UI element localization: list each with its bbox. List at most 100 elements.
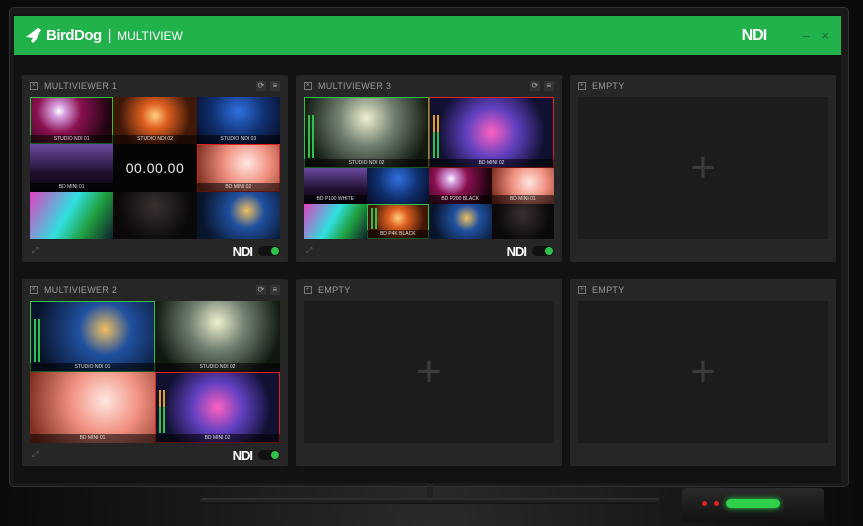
tv-stand bbox=[200, 498, 660, 504]
source-label: BD MINI 01 bbox=[491, 194, 554, 204]
source-tile[interactable]: STUDIO NDI 01 bbox=[30, 97, 114, 145]
panel-header: + EMPTY bbox=[296, 279, 562, 301]
refresh-icon[interactable]: ⟳ bbox=[256, 81, 266, 91]
menu-icon[interactable]: ≡ bbox=[544, 81, 554, 91]
source-tile[interactable]: STUDIO NDI 02 bbox=[155, 301, 280, 372]
source-label: STUDIO NDI 01 bbox=[30, 363, 155, 372]
source-tile[interactable]: BD P100 WHITE bbox=[304, 168, 367, 204]
empty-slot[interactable]: + EMPTY + bbox=[570, 75, 836, 262]
source-label: STUDIO NDI 03 bbox=[196, 135, 280, 145]
source-tile[interactable]: BD MINI 02 bbox=[155, 372, 280, 443]
ndi-label: NDI bbox=[506, 243, 527, 259]
plus-icon: + bbox=[690, 143, 716, 192]
status-led bbox=[714, 501, 719, 506]
source-tile[interactable]: STUDIO NDI 03 bbox=[196, 97, 280, 145]
audio-meter bbox=[308, 115, 310, 158]
source-tile[interactable] bbox=[366, 168, 429, 204]
panel-title: MULTIVIEWER 1 bbox=[44, 81, 118, 91]
ndi-output-toggle[interactable] bbox=[258, 246, 280, 256]
empty-slot[interactable]: + EMPTY + bbox=[296, 279, 562, 466]
audio-meter bbox=[312, 115, 314, 158]
audio-meter bbox=[163, 390, 165, 433]
panel-footer: ⤢ NDI bbox=[296, 240, 562, 262]
add-multiviewer-button[interactable]: + bbox=[578, 301, 828, 443]
timer-value: 00.00.00 bbox=[125, 159, 185, 176]
brand-name: BirdDog bbox=[46, 27, 102, 44]
source-tile[interactable]: BD MINI 01 bbox=[491, 168, 554, 204]
ndi-output-toggle[interactable] bbox=[258, 450, 280, 460]
panel-title: MULTIVIEWER 3 bbox=[318, 81, 392, 91]
source-tile[interactable]: BD P4K BLACK bbox=[366, 203, 429, 239]
add-icon[interactable]: + bbox=[578, 82, 586, 90]
empty-slot[interactable]: + EMPTY + bbox=[570, 279, 836, 466]
source-tile[interactable]: BD MINI 01 bbox=[30, 144, 114, 192]
multiviewer-panel: × MULTIVIEWER 3 ⟳ ≡ STUDIO NDI 02 BD MINI 02 B… bbox=[296, 75, 562, 262]
close-button[interactable]: × bbox=[821, 28, 829, 43]
source-grid: STUDIO NDI 02 BD MINI 02 BD P100 WHITE BD P… bbox=[304, 97, 554, 239]
ndi-label: NDI bbox=[232, 447, 253, 463]
multiviewer-panel: × MULTIVIEWER 2 ⟳ ≡ STUDIO NDI 01 STUDIO NDI … bbox=[22, 279, 288, 466]
birddog-device bbox=[682, 488, 824, 522]
source-tile[interactable] bbox=[30, 191, 114, 239]
panel-header: × MULTIVIEWER 1 ⟳ ≡ bbox=[22, 75, 288, 97]
audio-meter bbox=[437, 115, 439, 158]
panel-footer: ⤢ NDI bbox=[22, 444, 288, 466]
panel-header: + EMPTY bbox=[570, 75, 836, 97]
source-label: BD MINI 02 bbox=[155, 434, 280, 443]
source-label: BD MINI 02 bbox=[429, 159, 554, 168]
refresh-icon[interactable]: ⟳ bbox=[256, 285, 266, 295]
add-multiviewer-button[interactable]: + bbox=[304, 301, 554, 443]
source-label: BD P4K BLACK bbox=[366, 230, 429, 239]
expand-icon[interactable]: ⤢ bbox=[32, 246, 38, 256]
expand-icon[interactable]: ⤢ bbox=[306, 246, 312, 256]
audio-meter bbox=[38, 319, 40, 362]
birddog-logo: BirdDog | MULTIVIEW bbox=[24, 27, 183, 45]
panel-title: EMPTY bbox=[592, 285, 625, 295]
add-multiviewer-button[interactable]: + bbox=[578, 97, 828, 239]
timer-tile[interactable]: 00.00.00 bbox=[113, 144, 197, 192]
ndi-label: NDI bbox=[232, 243, 253, 259]
source-tile[interactable]: BD P200 BLACK bbox=[429, 168, 492, 204]
close-icon[interactable]: × bbox=[30, 82, 38, 90]
source-tile[interactable] bbox=[113, 191, 197, 239]
device-light-bar bbox=[726, 499, 780, 508]
source-grid: STUDIO NDI 01 STUDIO NDI 02 BD MINI 01 BD M… bbox=[30, 301, 280, 443]
source-label: STUDIO NDI 02 bbox=[113, 135, 197, 145]
refresh-icon[interactable]: ⟳ bbox=[530, 81, 540, 91]
source-tile[interactable] bbox=[491, 203, 554, 239]
expand-icon[interactable]: ⤢ bbox=[32, 450, 38, 460]
source-label: BD MINI 01 bbox=[30, 182, 114, 192]
multiviewer-panel: × MULTIVIEWER 1 ⟳ ≡ STUDIO NDI 01 STUDIO NDI … bbox=[22, 75, 288, 262]
audio-meter bbox=[370, 208, 373, 229]
add-icon[interactable]: + bbox=[578, 286, 586, 294]
source-tile[interactable] bbox=[429, 203, 492, 239]
source-tile[interactable]: BD MINI 02 bbox=[429, 97, 554, 168]
source-tile[interactable]: STUDIO NDI 02 bbox=[113, 97, 197, 145]
ndi-output-toggle[interactable] bbox=[532, 246, 554, 256]
close-icon[interactable]: × bbox=[304, 82, 312, 90]
menu-icon[interactable]: ≡ bbox=[270, 81, 280, 91]
menu-icon[interactable]: ≡ bbox=[270, 285, 280, 295]
minimize-button[interactable]: – bbox=[802, 28, 809, 43]
plus-icon: + bbox=[690, 347, 716, 396]
source-tile[interactable] bbox=[196, 191, 280, 239]
add-icon[interactable]: + bbox=[304, 286, 312, 294]
panel-footer: ⤢ NDI bbox=[22, 240, 288, 262]
panel-header: × MULTIVIEWER 3 ⟳ ≡ bbox=[296, 75, 562, 97]
source-tile[interactable]: STUDIO NDI 01 bbox=[30, 301, 155, 372]
separator: | bbox=[107, 27, 112, 44]
source-tile[interactable]: STUDIO NDI 02 bbox=[304, 97, 429, 168]
source-tile[interactable]: BD MINI 02 bbox=[196, 144, 280, 192]
audio-meter bbox=[34, 319, 36, 362]
audio-meter bbox=[159, 390, 161, 433]
source-label: STUDIO NDI 01 bbox=[30, 135, 114, 145]
close-icon[interactable]: × bbox=[30, 286, 38, 294]
audio-meter bbox=[433, 115, 435, 158]
source-label: BD P100 WHITE bbox=[304, 194, 367, 204]
ndi-logo: NDI bbox=[741, 26, 768, 44]
panel-title: EMPTY bbox=[318, 285, 351, 295]
panel-title: EMPTY bbox=[592, 81, 625, 91]
bird-icon bbox=[26, 27, 41, 43]
source-tile[interactable]: BD MINI 01 bbox=[30, 372, 155, 443]
source-tile[interactable] bbox=[304, 203, 367, 239]
